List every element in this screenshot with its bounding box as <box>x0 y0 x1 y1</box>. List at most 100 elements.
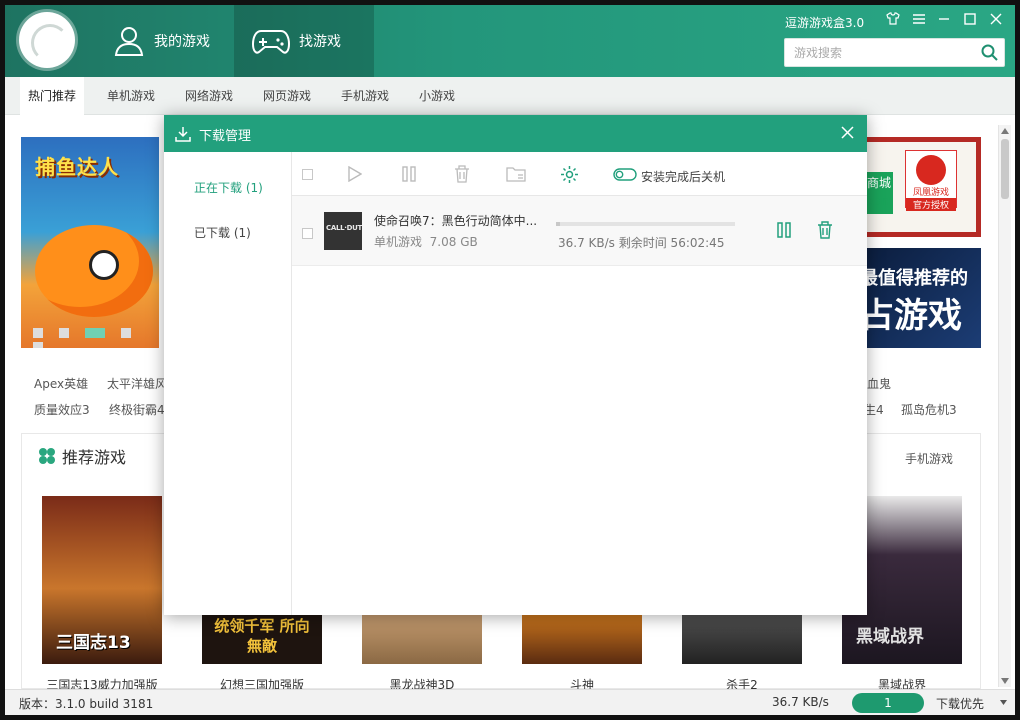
banner-recommend-line2: 占游戏 <box>860 296 962 336</box>
tab-my-games-label: 我的游戏 <box>154 34 210 50</box>
download-game-size: 7.08 GB <box>429 235 478 249</box>
mall-tag-text: 商城 <box>866 176 891 190</box>
recommend-more-link[interactable]: 手机游戏 <box>905 450 953 467</box>
banner-recommend[interactable]: 最值得推荐的 占游戏 <box>860 248 981 348</box>
search-box <box>784 38 1005 67</box>
game-card-text: 统领千军 所向無敵 <box>214 617 310 655</box>
carousel-dots <box>33 325 159 348</box>
phoenix-logo: 凤凰游戏 官方授权 <box>905 150 957 211</box>
gear-icon[interactable] <box>560 165 579 184</box>
tab-web[interactable]: 网页游戏 <box>255 77 319 115</box>
dialog-header: 下载管理 <box>164 115 867 152</box>
item-delete-icon[interactable] <box>817 221 833 239</box>
phoenix-icon <box>916 155 946 185</box>
search-icon[interactable] <box>981 44 998 64</box>
search-input[interactable] <box>785 39 970 66</box>
carousel-dot-active[interactable] <box>85 327 105 338</box>
download-speed: 36.7 KB/s <box>772 695 829 709</box>
tab-my-games[interactable]: 我的游戏 <box>113 5 231 77</box>
game-card[interactable]: 三国志13 <box>42 496 162 664</box>
folder-icon[interactable] <box>506 166 526 182</box>
skin-icon[interactable] <box>884 12 902 28</box>
clover-icon <box>39 448 55 464</box>
download-progress-fill <box>556 222 560 226</box>
game-card[interactable] <box>522 610 642 664</box>
minimize-icon[interactable] <box>935 12 953 28</box>
phoenix-brand: 凤凰游戏 <box>912 188 949 198</box>
carousel-dot[interactable] <box>33 341 43 348</box>
download-game-category: 单机游戏 <box>374 235 423 249</box>
banner-title: 捕鱼达人 <box>35 155 119 179</box>
game-thumbnail: CALL·DUTY <box>324 212 362 250</box>
app-window: 我的游戏 找游戏 逗游游戏盒3.0 热门推荐 单机 <box>5 5 1015 715</box>
category-tabs: 热门推荐 单机游戏 网络游戏 网页游戏 手机游戏 小游戏 <box>5 77 1015 115</box>
tab-mini[interactable]: 小游戏 <box>411 77 463 115</box>
version-label: 版本：3.1.0 build 3181 <box>19 697 154 711</box>
chevron-down-icon[interactable] <box>1000 700 1007 705</box>
scroll-down-icon[interactable] <box>1001 678 1009 684</box>
game-card[interactable] <box>362 610 482 664</box>
tag-link[interactable]: 质量效应3 <box>34 401 90 418</box>
game-card[interactable]: 统领千军 所向無敵 <box>202 610 322 664</box>
game-card-text: 黑域战界 <box>856 627 924 647</box>
shutdown-label: 安装完成后关机 <box>641 170 726 184</box>
game-card-text: 三国志13 <box>56 633 131 653</box>
carousel-dot[interactable] <box>59 327 69 338</box>
recommend-title: 推荐游戏 <box>62 448 127 467</box>
download-game-meta: 单机游戏 7.08 GB <box>374 233 478 250</box>
status-bar: 版本：3.1.0 build 3181 36.7 KB/s 1 下载优先 <box>5 689 1015 715</box>
tab-single-player[interactable]: 单机游戏 <box>99 77 163 115</box>
sidebar-item-downloaded[interactable]: 已下载 (1) <box>194 224 251 241</box>
tab-mobile[interactable]: 手机游戏 <box>333 77 397 115</box>
download-count-badge[interactable]: 1 <box>852 693 924 713</box>
download-speed-eta: 36.7 KB/s 剩余时间 56:02:45 <box>558 236 725 250</box>
close-icon[interactable] <box>987 12 1005 28</box>
download-item[interactable]: CALL·DUTY 使命召唤7：黑色行动简体中... 单机游戏 7.08 GB … <box>292 196 867 266</box>
tag-link[interactable]: 终极街霸4 <box>109 401 165 418</box>
game-card[interactable] <box>682 610 802 664</box>
app-title: 逗游游戏盒3.0 <box>785 16 865 30</box>
download-toolbar: 安装完成后关机 <box>292 152 867 196</box>
select-all-checkbox[interactable] <box>302 169 313 180</box>
dialog-close-icon[interactable] <box>841 126 854 139</box>
fish-eye <box>89 250 119 280</box>
tab-online[interactable]: 网络游戏 <box>177 77 241 115</box>
download-game-name: 使命召唤7：黑色行动简体中... <box>374 214 538 228</box>
tab-hot[interactable]: 热门推荐 <box>20 77 85 115</box>
tag-link[interactable]: 孤岛危机3 <box>901 401 957 418</box>
tag-link[interactable]: Apex英雄 <box>34 375 88 392</box>
download-icon <box>175 127 191 142</box>
pause-icon[interactable] <box>402 166 416 182</box>
banner-recommend-line1: 最值得推荐的 <box>860 268 968 289</box>
app-logo[interactable] <box>19 12 75 68</box>
maximize-icon[interactable] <box>961 12 979 28</box>
scroll-thumb[interactable] <box>1001 139 1009 199</box>
game-thumbnail-text: CALL·DUTY <box>326 224 362 232</box>
mall-tag-sub: com <box>865 194 893 208</box>
carousel-dot[interactable] <box>121 327 131 338</box>
recommend-header: 推荐游戏 <box>38 444 126 468</box>
banner-phoenix-inner: 商城 com 凤凰游戏 官方授权 <box>865 142 976 232</box>
banner-phoenix[interactable]: 商城 com 凤凰游戏 官方授权 <box>860 137 981 237</box>
download-manager-dialog: 下载管理 正在下载 (1) 已下载 (1) 安装完成后关机 CALL·DUTY … <box>164 115 867 615</box>
banner-carousel[interactable]: 捕鱼达人 <box>21 137 159 348</box>
tag-link[interactable]: 太平洋雄风 <box>107 375 167 392</box>
tab-find-games[interactable]: 找游戏 <box>234 5 374 77</box>
scroll-up-icon[interactable] <box>1001 128 1009 134</box>
download-priority[interactable]: 下载优先 <box>936 695 984 712</box>
app-header: 我的游戏 找游戏 逗游游戏盒3.0 <box>5 5 1015 77</box>
phoenix-badge: 官方授权 <box>906 198 956 211</box>
sidebar-item-downloading[interactable]: 正在下载 (1) <box>194 179 263 196</box>
tab-find-games-label: 找游戏 <box>299 34 341 50</box>
item-checkbox[interactable] <box>302 228 313 239</box>
carousel-dot[interactable] <box>33 327 43 338</box>
play-icon[interactable] <box>348 166 362 182</box>
toggle-switch[interactable] <box>613 168 637 181</box>
delete-icon[interactable] <box>454 165 470 183</box>
dialog-title: 下载管理 <box>199 129 252 144</box>
download-progress-bar <box>556 222 735 226</box>
vertical-scrollbar[interactable] <box>998 125 1011 687</box>
item-pause-icon[interactable] <box>777 222 791 238</box>
menu-icon[interactable] <box>910 12 928 28</box>
user-icon <box>114 27 144 56</box>
